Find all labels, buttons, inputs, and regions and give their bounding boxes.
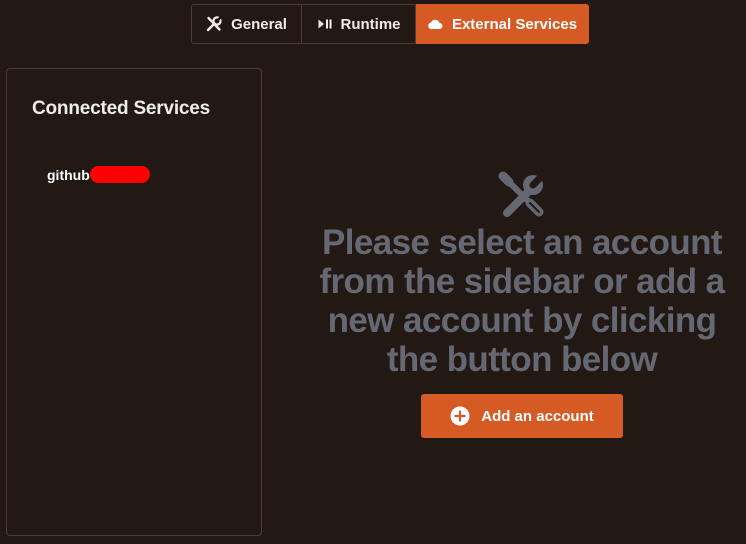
tab-runtime[interactable]: Runtime — [302, 4, 416, 44]
empty-state-message: Please select an account from the sideba… — [319, 223, 725, 379]
sidebar-title: Connected Services — [32, 98, 211, 119]
add-account-button[interactable]: Add an account — [421, 394, 623, 438]
settings-page: General Runtime External Services Connec… — [0, 0, 746, 544]
add-account-label: Add an account — [481, 407, 594, 425]
sidebar-item-github-account[interactable]: github — [47, 166, 150, 183]
tab-general[interactable]: General — [191, 4, 302, 44]
tab-general-label: General — [231, 15, 287, 33]
tab-external-services[interactable]: External Services — [416, 4, 589, 44]
settings-tabs: General Runtime External Services — [191, 4, 589, 44]
redaction-mark — [89, 166, 150, 183]
tools-icon — [498, 171, 547, 217]
cloud-icon — [427, 16, 443, 32]
connected-services-sidebar: Connected Services github — [6, 68, 262, 536]
tab-runtime-label: Runtime — [340, 15, 401, 33]
play-pause-icon — [317, 16, 333, 32]
tools-icon — [206, 16, 222, 32]
account-label: github — [47, 166, 90, 183]
tab-external-services-label: External Services — [451, 15, 578, 33]
plus-circle-icon — [450, 406, 470, 426]
